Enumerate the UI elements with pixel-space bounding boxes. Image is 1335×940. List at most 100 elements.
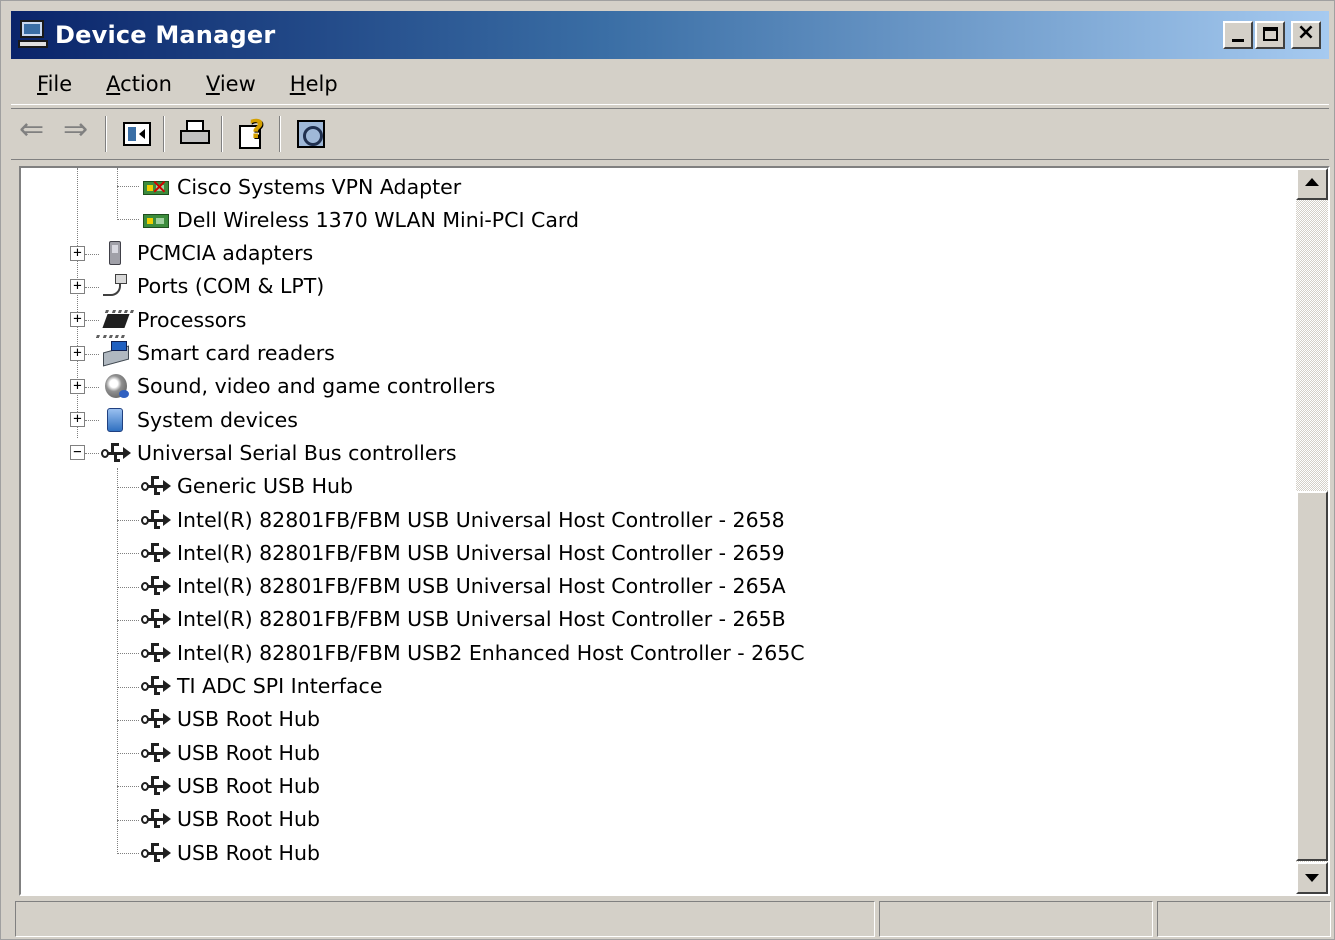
tree-connector (117, 219, 139, 220)
smart-card-reader-icon (101, 339, 131, 367)
status-pane-middle (879, 901, 1153, 937)
scroll-down-button[interactable] (1296, 862, 1328, 894)
close-button[interactable]: × (1291, 20, 1321, 49)
arrow-down-icon (1305, 874, 1319, 882)
minimize-icon (1232, 39, 1244, 42)
scroll-thumb[interactable] (1296, 491, 1328, 861)
menu-action[interactable]: Action (106, 72, 172, 96)
back-button[interactable]: ⇐ (15, 112, 55, 154)
usb-icon (141, 572, 171, 600)
tree-device[interactable]: Intel(R) 82801FB/FBM USB Universal Host … (141, 536, 785, 569)
tree-device[interactable]: Intel(R) 82801FB/FBM USB Universal Host … (141, 603, 786, 636)
tree-item-label: PCMCIA adapters (137, 241, 314, 266)
toolbar-separator (163, 116, 165, 152)
tree-connector (85, 286, 99, 288)
tree-item-label: Processors (137, 307, 247, 332)
tree-category[interactable]: Universal Serial Bus controllers (101, 436, 457, 469)
usb-icon (141, 539, 171, 567)
tree-device[interactable]: USB Root Hub (141, 736, 320, 769)
toolbar-separator (279, 116, 281, 152)
tree-connector (85, 320, 99, 322)
tree-category[interactable]: System devices (101, 403, 298, 436)
tree-connector (117, 786, 139, 788)
expand-button[interactable]: + (70, 378, 85, 394)
tree-category[interactable]: Processors (101, 303, 246, 336)
tree-connector (117, 520, 139, 521)
tree-item-label: Universal Serial Bus controllers (137, 440, 457, 465)
usb-icon (141, 672, 171, 700)
minimize-button[interactable] (1223, 21, 1253, 49)
tree-device[interactable]: ✕ Cisco Systems VPN Adapter (141, 170, 461, 203)
tree-item-label: Ports (COM & LPT) (137, 274, 325, 299)
tree-category[interactable]: Smart card readers (101, 337, 335, 370)
scroll-up-button[interactable] (1296, 168, 1328, 200)
tree-category[interactable]: Sound, video and game controllers (101, 370, 495, 403)
maximize-icon (1263, 27, 1278, 41)
show-hide-console-tree-button[interactable] (117, 114, 157, 154)
status-pane-right (1157, 901, 1331, 937)
tree-item-label: Intel(R) 82801FB/FBM USB Universal Host … (177, 540, 785, 565)
usb-icon (141, 605, 171, 633)
tree-device[interactable]: Intel(R) 82801FB/FBM USB Universal Host … (141, 503, 785, 536)
menu-view[interactable]: View (206, 72, 256, 96)
tree-item-label: Cisco Systems VPN Adapter (177, 174, 462, 199)
tree-category[interactable]: PCMCIA adapters (101, 237, 313, 270)
tree-device[interactable]: USB Root Hub (141, 703, 320, 736)
expand-button[interactable]: + (70, 412, 85, 428)
computer-icon[interactable] (17, 18, 51, 52)
menu-help[interactable]: Help (290, 72, 338, 96)
tree-item-label: Intel(R) 82801FB/FBM USB2 Enhanced Host … (177, 640, 805, 665)
expand-button[interactable]: + (70, 278, 85, 294)
pcmcia-icon (101, 239, 131, 267)
menu-bar: File Action View Help (11, 63, 1329, 105)
tree-device[interactable]: Intel(R) 82801FB/FBM USB Universal Host … (141, 570, 786, 603)
network-adapter-disabled-icon: ✕ (141, 173, 171, 201)
toolbar: ⇐ ⇒ ? (11, 108, 1329, 160)
usb-icon (141, 506, 171, 534)
toolbar-separator (105, 116, 107, 152)
device-tree[interactable]: ✕ Cisco Systems VPN Adapter Dell Wireless … (19, 166, 1330, 896)
scan-hardware-icon (297, 120, 325, 148)
collapse-button[interactable]: − (70, 445, 85, 461)
tree-item-label: Intel(R) 82801FB/FBM USB Universal Host … (177, 507, 785, 532)
tree-device[interactable]: USB Root Hub (141, 836, 320, 869)
tree-item-label: Intel(R) 82801FB/FBM USB Universal Host … (177, 607, 786, 632)
expand-button[interactable]: + (70, 345, 85, 361)
help-button[interactable]: ? (233, 114, 273, 154)
tree-item-label: Dell Wireless 1370 WLAN Mini-PCI Card (177, 207, 579, 232)
tree-device[interactable]: Intel(R) 82801FB/FBM USB2 Enhanced Host … (141, 636, 805, 669)
tree-item-label: Smart card readers (137, 341, 335, 365)
tree-connector (117, 586, 139, 588)
help-icon: ? (239, 115, 267, 149)
tree-device[interactable]: TI ADC SPI Interface (141, 670, 382, 703)
tree-item-label: Sound, video and game controllers (137, 374, 496, 399)
window-controls: × (1223, 20, 1321, 49)
vertical-scrollbar[interactable] (1296, 168, 1328, 894)
tree-item-label: TI ADC SPI Interface (177, 674, 383, 698)
tree-connector (117, 468, 118, 854)
tree-connector (77, 168, 78, 438)
tree-item-label: Generic USB Hub (177, 474, 354, 499)
system-devices-icon (101, 406, 131, 434)
usb-icon (141, 839, 171, 867)
tree-device[interactable]: Dell Wireless 1370 WLAN Mini-PCI Card (141, 203, 579, 236)
print-button[interactable] (175, 114, 215, 154)
tree-category[interactable]: Ports (COM & LPT) (101, 270, 324, 303)
maximize-button[interactable] (1255, 21, 1285, 49)
arrow-up-icon (1305, 178, 1319, 186)
sound-icon (101, 372, 131, 400)
menu-file[interactable]: File (37, 72, 72, 96)
tree-item-label: USB Root Hub (177, 840, 320, 865)
expand-button[interactable]: + (70, 245, 85, 261)
tree-device[interactable]: Generic USB Hub (141, 470, 353, 503)
tree-device[interactable]: USB Root Hub (141, 803, 320, 836)
title-bar[interactable]: Device Manager × (11, 11, 1329, 59)
tree-connector (117, 186, 139, 187)
scan-hardware-button[interactable] (291, 114, 331, 154)
tree-connector (85, 353, 99, 355)
tree-connector (117, 168, 118, 220)
tree-device[interactable]: USB Root Hub (141, 769, 320, 802)
forward-button[interactable]: ⇒ (59, 112, 99, 154)
usb-icon (141, 472, 171, 500)
expand-button[interactable]: + (70, 312, 85, 328)
